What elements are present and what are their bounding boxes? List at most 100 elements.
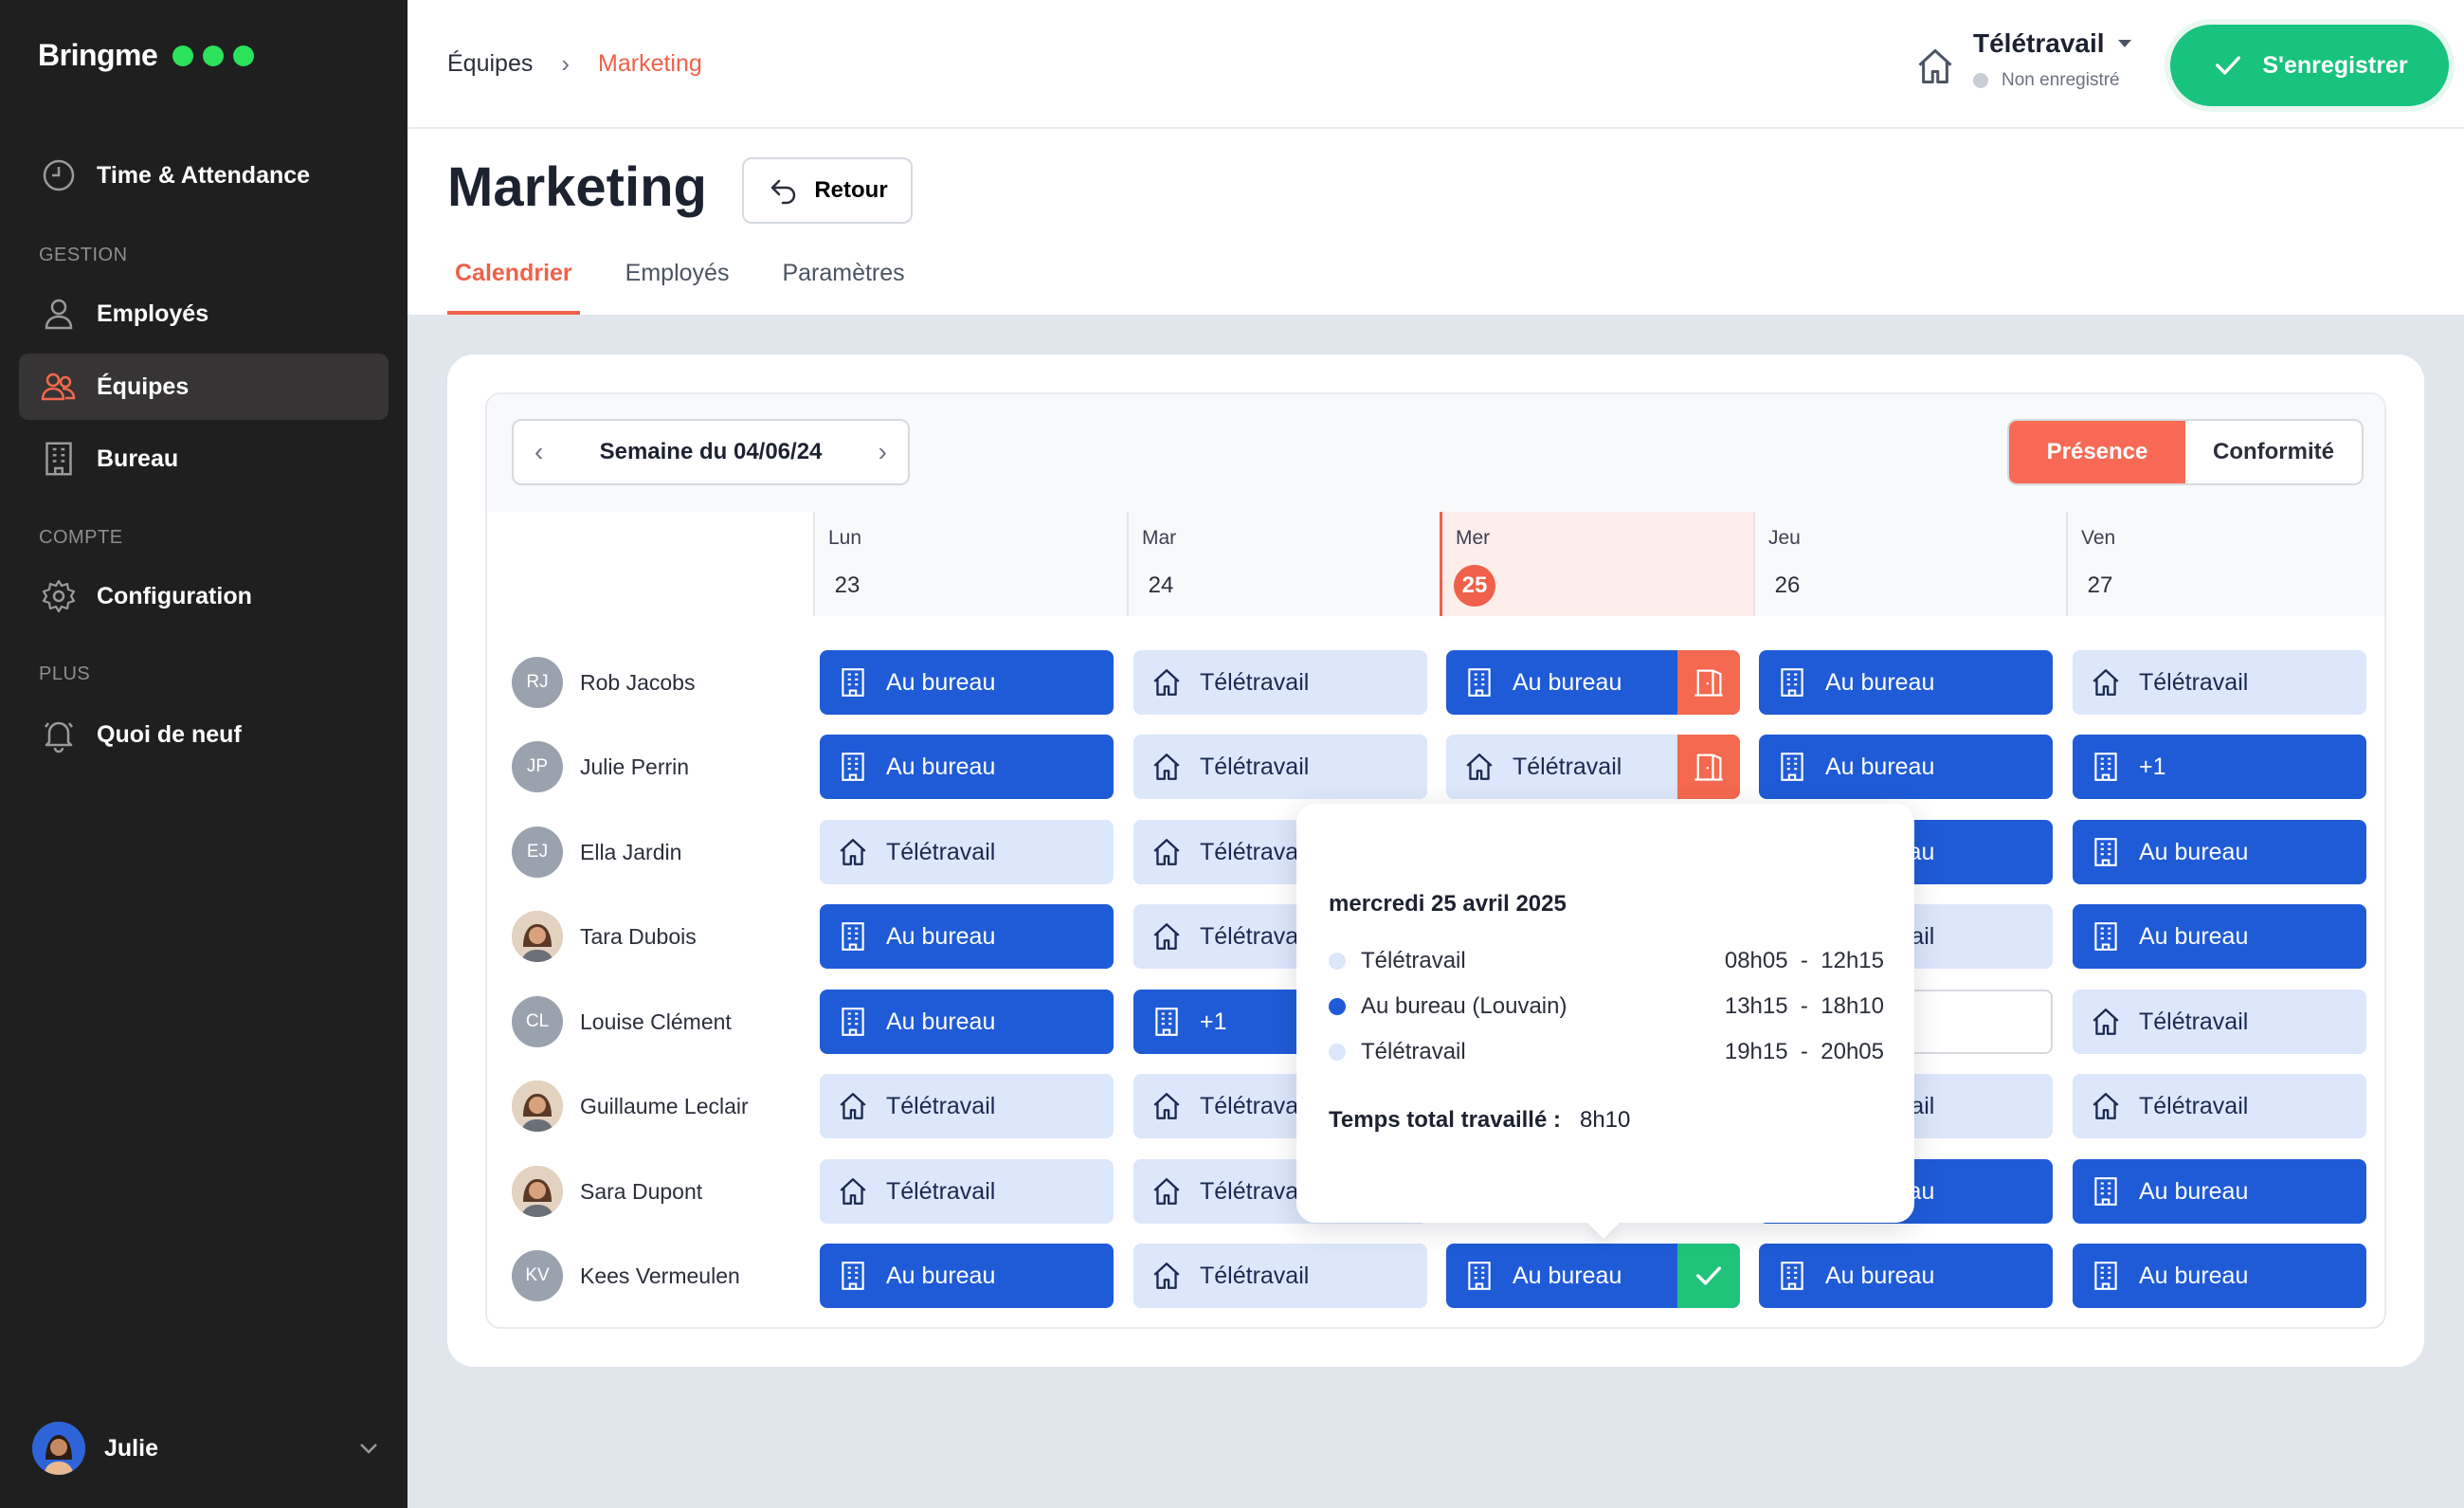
presence-cell[interactable]: Au bureau — [820, 650, 1114, 715]
avatar — [512, 1081, 563, 1132]
presence-cell[interactable]: Au bureau — [1446, 1244, 1740, 1308]
presence-cell[interactable]: Télétravail — [820, 1159, 1114, 1224]
presence-cell[interactable]: Au bureau — [820, 1244, 1114, 1308]
presence-label: Télétravail — [2139, 1092, 2249, 1119]
sidebar-item-equipes[interactable]: Équipes — [19, 354, 389, 420]
sidebar-section-plus: PLUS — [39, 663, 91, 684]
presence-cell[interactable]: Au bureau — [1759, 650, 2053, 715]
entry-label: Télétravail — [1361, 948, 1466, 973]
clock-icon — [43, 159, 75, 191]
employee-row[interactable]: Sara Dupont — [512, 1159, 702, 1224]
presence-label: Télétravail — [886, 1177, 996, 1205]
employee-row[interactable]: JP Julie Perrin — [512, 735, 689, 799]
presence-cell[interactable]: Au bureau — [2073, 904, 2366, 969]
presence-cell[interactable]: Au bureau — [820, 990, 1114, 1054]
presence-cell[interactable]: Au bureau — [2073, 1159, 2366, 1224]
building-icon — [837, 1260, 869, 1292]
presence-cell[interactable]: Au bureau — [2073, 1244, 2366, 1308]
day-name: Jeu — [1768, 527, 1801, 549]
sidebar-item-employes[interactable]: Employés — [19, 281, 389, 347]
presence-cell[interactable]: Télétravail — [1133, 650, 1427, 715]
entry-time: 13h15 - 18h10 — [1724, 993, 1884, 1019]
brand-logo[interactable]: Bringme — [38, 38, 255, 73]
home-icon — [1463, 751, 1495, 783]
presence-cell[interactable]: Télétravail — [820, 1074, 1114, 1138]
total-label: Temps total travaillé : — [1329, 1107, 1561, 1133]
tab-calendrier[interactable]: Calendrier — [447, 252, 580, 315]
home-icon — [2090, 1090, 2122, 1122]
avatar: KV — [512, 1250, 563, 1301]
presence-label: Au bureau — [1513, 1262, 1622, 1289]
presence-cell[interactable]: Télétravail — [1133, 735, 1427, 799]
chevron-left-icon[interactable]: ‹ — [534, 437, 543, 467]
sidebar-section-gestion: GESTION — [39, 245, 128, 265]
building-icon — [837, 1006, 869, 1038]
building-icon — [837, 920, 869, 953]
mode-presence-button[interactable]: Présence — [2009, 421, 2185, 483]
employee-row[interactable]: Guillaume Leclair — [512, 1074, 749, 1138]
day-name: Mer — [1456, 527, 1491, 549]
home-icon — [2090, 1006, 2122, 1038]
presence-cell[interactable]: +1 — [2073, 735, 2366, 799]
presence-cell[interactable]: Télétravail — [1133, 1244, 1427, 1308]
day-name: Lun — [828, 527, 862, 549]
presence-label: +1 — [1200, 1008, 1227, 1035]
avatar — [512, 1166, 563, 1217]
sidebar-item-configuration[interactable]: Configuration — [19, 563, 389, 629]
building-icon — [1150, 1006, 1183, 1038]
mode-conformite-button[interactable]: Conformité — [2185, 421, 2362, 483]
register-button[interactable]: S'enregistrer — [2170, 25, 2449, 106]
employee-row[interactable]: KV Kees Vermeulen — [512, 1244, 740, 1308]
presence-label: Télétravail — [1200, 1092, 1310, 1119]
employee-row[interactable]: EJ Ella Jardin — [512, 820, 681, 884]
sidebar-item-time-attendance[interactable]: Time & Attendance — [19, 142, 389, 209]
avatar — [32, 1422, 85, 1475]
check-icon — [2211, 48, 2245, 82]
tab-employes[interactable]: Employés — [618, 252, 737, 315]
presence-label: Télétravail — [1200, 668, 1310, 696]
presence-label: Télétravail — [2139, 1008, 2249, 1035]
back-button[interactable]: Retour — [742, 157, 913, 224]
presence-cell[interactable]: Télétravail — [2073, 650, 2366, 715]
avatar: RJ — [512, 657, 563, 708]
home-icon — [1150, 666, 1183, 699]
user-menu[interactable]: Julie — [32, 1420, 383, 1477]
work-mode-selector[interactable]: Télétravail Non enregistré — [1914, 28, 2131, 91]
presence-label: +1 — [2139, 753, 2166, 780]
presence-cell[interactable]: Au bureau — [820, 904, 1114, 969]
breadcrumb-item-current: Marketing — [598, 50, 702, 77]
employee-name: Ella Jardin — [580, 839, 682, 864]
building-icon — [837, 751, 869, 783]
users-icon — [41, 372, 76, 401]
presence-cell[interactable]: Télétravail — [1446, 735, 1740, 799]
chevron-down-icon — [360, 1444, 377, 1454]
presence-cell[interactable]: Télétravail — [820, 820, 1114, 884]
presence-cell[interactable]: Au bureau — [2073, 820, 2366, 884]
breadcrumb-item-equipes[interactable]: Équipes — [447, 50, 533, 78]
back-button-label: Retour — [814, 177, 888, 203]
presence-label: Au bureau — [2139, 1177, 2249, 1205]
register-button-label: S'enregistrer — [2262, 51, 2408, 79]
chevron-right-icon[interactable]: › — [879, 437, 887, 467]
employee-row[interactable]: Tara Dubois — [512, 904, 697, 969]
week-label: Semaine du 04/06/24 — [599, 439, 823, 464]
home-icon — [1150, 751, 1183, 783]
sidebar-item-quoi-de-neuf[interactable]: Quoi de neuf — [19, 701, 389, 768]
presence-cell[interactable]: Au bureau — [1759, 735, 2053, 799]
status-dot — [1973, 73, 1988, 88]
employee-row[interactable]: CL Louise Clément — [512, 990, 732, 1054]
day-header-jeu: Jeu 26 — [1753, 512, 2066, 616]
sidebar-item-bureau[interactable]: Bureau — [19, 426, 389, 492]
presence-cell[interactable]: Télétravail — [2073, 1074, 2366, 1138]
tab-parametres[interactable]: Paramètres — [774, 252, 912, 315]
employee-row[interactable]: RJ Rob Jacobs — [512, 650, 695, 715]
home-icon — [837, 1090, 869, 1122]
home-icon — [1914, 45, 1956, 87]
presence-cell[interactable]: Télétravail — [2073, 990, 2366, 1054]
day-header-mer: Mer 25 — [1440, 512, 1753, 616]
presence-cell[interactable]: Au bureau — [1759, 1244, 2053, 1308]
sidebar-item-label: Équipes — [97, 372, 190, 400]
presence-cell[interactable]: Au bureau — [820, 735, 1114, 799]
presence-cell[interactable]: Au bureau — [1446, 650, 1740, 715]
sidebar-item-label: Bureau — [97, 445, 179, 472]
